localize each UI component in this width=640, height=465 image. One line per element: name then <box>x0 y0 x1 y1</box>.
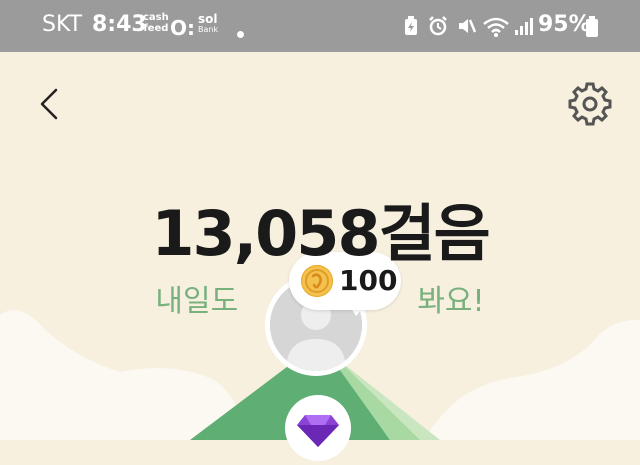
cheer-left: 내일도 <box>155 284 239 319</box>
step-count: 13,058걸음 <box>151 197 490 270</box>
cheer-message: 내일도 봐요! <box>0 282 640 322</box>
gem-icon <box>297 415 339 447</box>
gem-reward[interactable] <box>285 395 351 461</box>
cheer-right: 봐요! <box>417 284 485 319</box>
right-cloud <box>425 319 640 440</box>
left-cloud <box>0 310 250 440</box>
